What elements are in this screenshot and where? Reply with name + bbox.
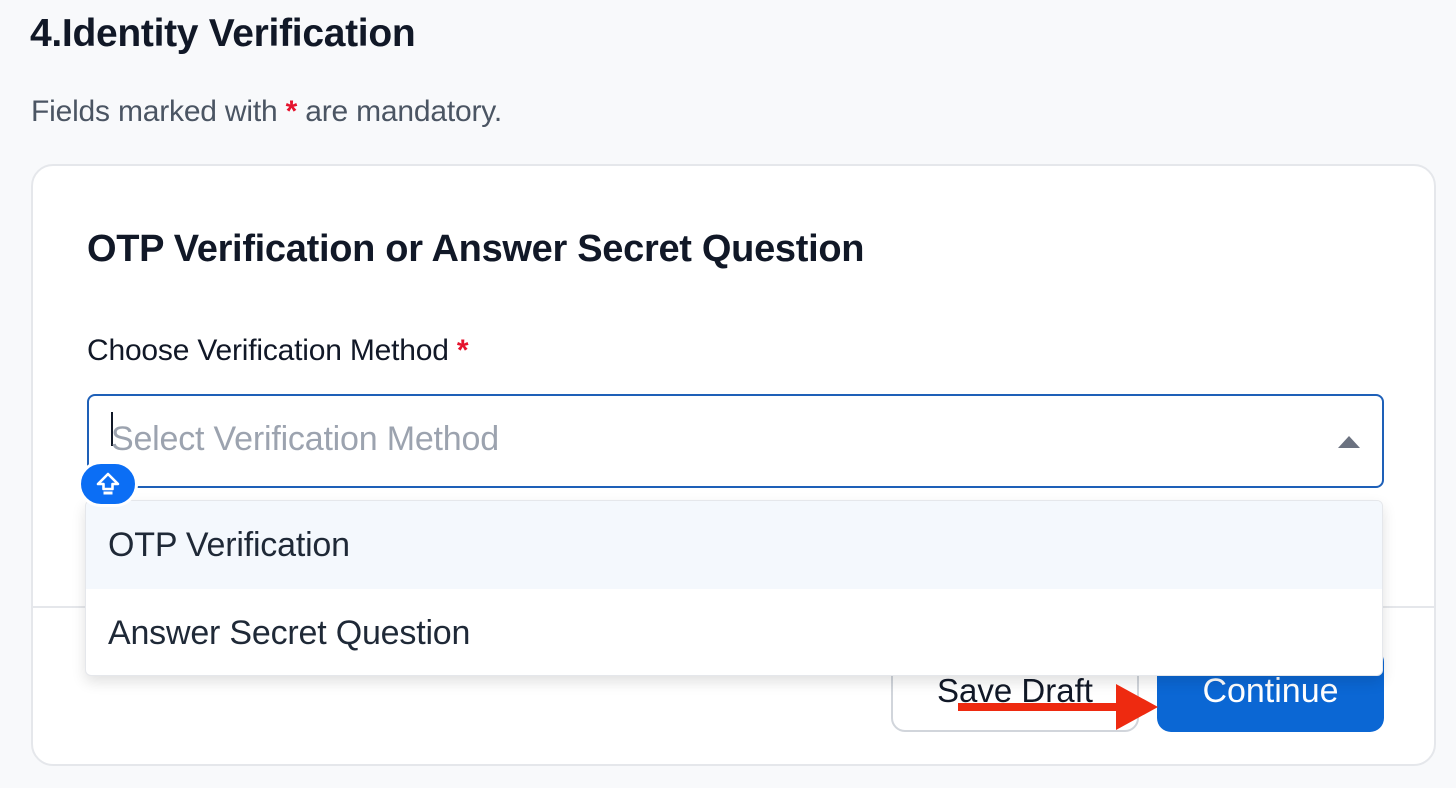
mandatory-note: Fields marked with * are mandatory. (31, 95, 502, 129)
caret-up-icon[interactable] (1338, 436, 1360, 448)
required-asterisk: * (285, 95, 298, 128)
select-placeholder: Select Verification Method (111, 420, 499, 458)
option-answer-secret-question[interactable]: Answer Secret Question (86, 589, 1382, 675)
section-title: OTP Verification or Answer Secret Questi… (87, 228, 865, 270)
verification-method-select[interactable]: Select Verification Method (87, 394, 1384, 488)
mandatory-note-suffix: are mandatory. (305, 95, 502, 128)
shift-up-arrow-icon (78, 461, 138, 507)
verification-method-label-text: Choose Verification Method (87, 334, 449, 367)
page-title: 4.Identity Verification (30, 12, 416, 55)
verification-method-label: Choose Verification Method * (87, 334, 469, 368)
page: 4.Identity Verification Fields marked wi… (0, 0, 1456, 788)
required-asterisk: * (456, 334, 469, 367)
verification-method-dropdown: OTP Verification Answer Secret Question (85, 500, 1383, 676)
red-arrow-pointer-icon (958, 684, 1158, 730)
mandatory-note-prefix: Fields marked with (31, 95, 278, 128)
shift-arrow-glyph (96, 472, 120, 495)
option-otp-verification[interactable]: OTP Verification (86, 501, 1382, 589)
